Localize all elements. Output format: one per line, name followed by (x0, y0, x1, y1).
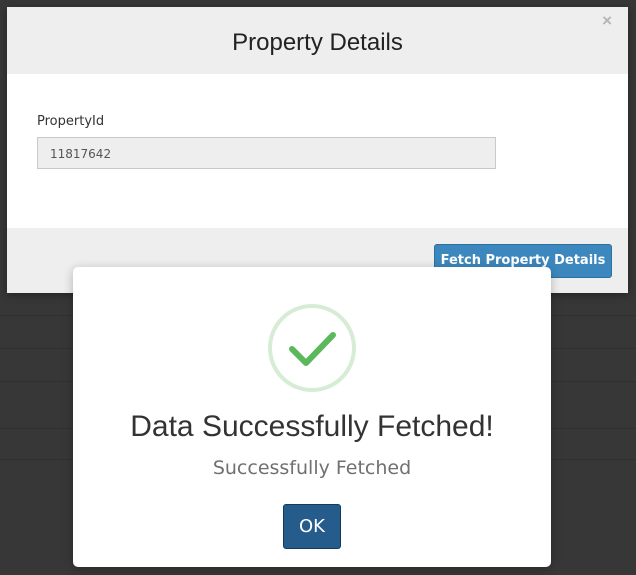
success-alert-dialog: Data Successfully Fetched! Successfully … (73, 267, 551, 567)
modal-header: Property Details × (7, 7, 628, 74)
ok-button[interactable]: OK (283, 504, 341, 549)
property-id-label: PropertyId (37, 114, 105, 129)
property-details-modal: Property Details × PropertyId 11817642 F… (7, 7, 628, 293)
alert-message: Successfully Fetched (212, 457, 412, 479)
modal-title: Property Details (232, 29, 403, 56)
close-icon[interactable]: × (602, 11, 612, 31)
alert-title: Data Successfully Fetched! (130, 410, 494, 443)
property-id-field[interactable]: 11817642 (37, 137, 496, 169)
checkmark-icon (268, 304, 356, 392)
